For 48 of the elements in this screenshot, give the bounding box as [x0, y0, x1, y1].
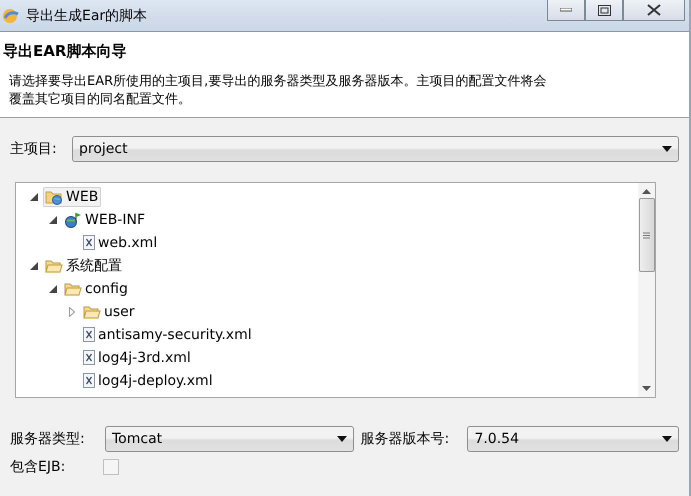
tree-item[interactable]: web.xml — [81, 232, 160, 252]
scroll-up-icon[interactable] — [642, 189, 651, 194]
expanded-arrow-icon[interactable] — [49, 216, 57, 224]
close-icon — [647, 4, 661, 16]
tree-item[interactable]: config — [62, 278, 131, 298]
folder-icon — [45, 258, 63, 272]
folder-icon — [83, 304, 101, 318]
window-title: 导出生成Ear的脚本 — [26, 6, 148, 24]
tree-item[interactable]: log4j-3rd.xml — [81, 348, 194, 368]
main-project-combo[interactable]: project — [72, 136, 679, 162]
server-version-label: 服务器版本号: — [360, 430, 450, 448]
minimize-button[interactable] — [547, 0, 585, 21]
tree-item[interactable]: antisamy-security.xml — [81, 324, 255, 344]
tree-item[interactable]: WEB-INF — [62, 210, 148, 230]
dropdown-caret-icon — [662, 146, 672, 152]
tree-item[interactable]: log4j-deploy.xml — [81, 370, 216, 390]
expanded-arrow-icon[interactable] — [30, 192, 38, 200]
maximize-icon — [598, 4, 610, 16]
grip-icon — [643, 232, 650, 238]
include-ejb-label: 包含EJB: — [10, 458, 66, 476]
tree-item[interactable]: 系统配置 — [43, 254, 125, 276]
scroll-down-icon[interactable] — [642, 386, 651, 391]
xml-file-icon — [83, 235, 95, 250]
xml-file-icon — [83, 373, 95, 388]
server-type-label: 服务器类型: — [10, 430, 86, 448]
main-project-label: 主项目: — [10, 140, 58, 158]
maximize-button[interactable] — [585, 0, 623, 21]
xml-file-icon — [83, 350, 95, 365]
server-type-combo[interactable]: Tomcat — [105, 426, 354, 452]
wizard-title: 导出EAR脚本向导 — [3, 42, 128, 61]
dropdown-caret-icon — [337, 436, 348, 442]
folder-icon — [64, 282, 82, 296]
include-ejb-checkbox[interactable] — [103, 459, 119, 475]
wizard-description: 请选择要导出EAR所使用的主项目,要导出的服务器类型及服务器版本。主项目的配置文件将会覆盖其它项目的同名配置文件。 — [9, 73, 548, 109]
server-version-combo[interactable]: 7.0.54 — [467, 426, 679, 452]
close-button[interactable] — [623, 0, 685, 21]
scrollbar-thumb[interactable] — [638, 198, 654, 272]
folder-globe-icon — [45, 188, 63, 204]
globe-flag-icon — [64, 212, 82, 228]
xml-file-icon — [83, 327, 95, 342]
expanded-arrow-icon[interactable] — [49, 284, 57, 292]
expanded-arrow-icon[interactable] — [30, 262, 38, 270]
tree-item[interactable]: user — [81, 302, 138, 322]
dropdown-caret-icon — [662, 436, 672, 442]
vertical-scrollbar[interactable] — [638, 183, 655, 397]
collapsed-arrow-icon[interactable] — [69, 306, 75, 316]
minimize-icon — [560, 8, 572, 12]
tree-item[interactable]: WEB — [43, 186, 102, 206]
